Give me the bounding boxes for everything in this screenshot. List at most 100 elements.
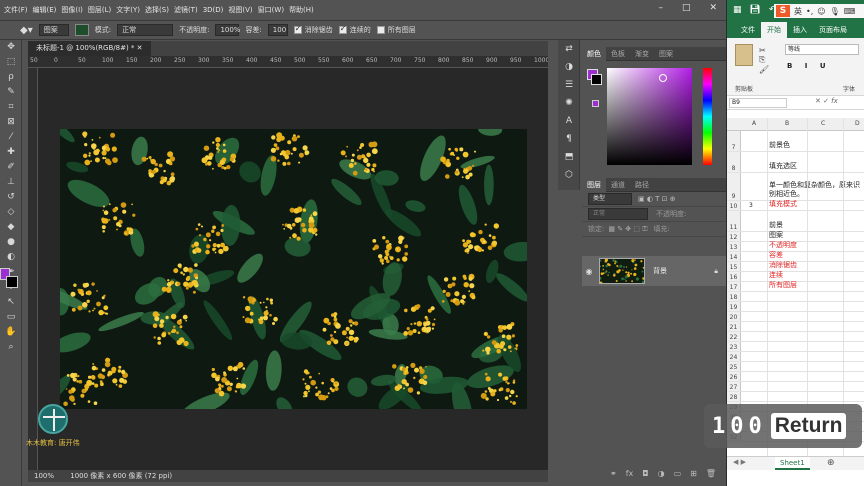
row-number[interactable]: 18: [727, 292, 741, 301]
row-number[interactable]: 15: [727, 262, 741, 271]
paste-icon[interactable]: [735, 44, 753, 66]
row-number[interactable]: 20: [727, 312, 741, 321]
background-color[interactable]: [6, 276, 18, 288]
tab-swatches[interactable]: 色板: [606, 47, 630, 61]
tab-page-layout[interactable]: 页面布局: [813, 22, 853, 38]
cell-b[interactable]: 前景色: [769, 141, 790, 150]
row-number[interactable]: 17: [727, 282, 741, 291]
history-panel-icon[interactable]: ⇄: [558, 40, 580, 58]
fx-icon[interactable]: fx: [626, 469, 634, 478]
shape-tool-icon[interactable]: ▭: [0, 310, 22, 325]
close-tab-icon[interactable]: ✕: [137, 44, 143, 52]
layer-lock-icon[interactable]: 🔒︎: [714, 267, 718, 276]
row-number[interactable]: 16: [727, 272, 741, 281]
zoom-tool-icon[interactable]: ⌕: [0, 340, 22, 355]
filter-icons[interactable]: ▣ ◐ T ⊡ ⊕: [638, 195, 676, 203]
row-number[interactable]: 28: [727, 392, 741, 401]
link-layers-icon[interactable]: ⚭: [610, 469, 617, 478]
font-name-select[interactable]: 等线: [785, 44, 859, 55]
ime-keyboard-icon[interactable]: ⌨: [844, 7, 856, 16]
menu-file[interactable]: 文件(F): [4, 5, 28, 15]
properties-panel-icon[interactable]: ☰: [558, 76, 580, 94]
all-layers-option[interactable]: 所有图层: [376, 25, 416, 35]
row-number[interactable]: 21: [727, 322, 741, 331]
cut-copy-icons[interactable]: ✂ ⎘ 🖌︎: [759, 46, 769, 74]
maximize-icon[interactable]: □: [682, 3, 691, 13]
add-sheet-icon[interactable]: ⊕: [827, 458, 835, 468]
antialias-checkbox[interactable]: [293, 24, 302, 34]
save-icon[interactable]: 💾︎: [750, 5, 761, 15]
document-tab[interactable]: 未标题-1 @ 100%(RGB/8#) * ✕: [28, 41, 151, 56]
pattern-swatch[interactable]: [74, 24, 89, 36]
cell-b[interactable]: 图案: [769, 231, 783, 240]
opacity-input[interactable]: 100%: [215, 24, 240, 36]
fill-source-select[interactable]: 图案: [38, 24, 69, 36]
cell-b[interactable]: 前景: [769, 221, 783, 230]
contiguous-checkbox[interactable]: [338, 24, 347, 34]
cell-b[interactable]: 填充模式: [769, 200, 797, 209]
canvas-image[interactable]: [60, 129, 527, 409]
row-number[interactable]: 27: [727, 382, 741, 391]
row-number[interactable]: 8: [727, 152, 741, 172]
menu-view[interactable]: 视图(V): [228, 5, 252, 15]
canvas-area[interactable]: 木木教育: 唐开伟: [26, 68, 548, 470]
adjust-panel-icon[interactable]: ◑: [558, 58, 580, 76]
row-number[interactable]: 10: [727, 201, 741, 210]
mode-select[interactable]: 正常: [117, 24, 174, 36]
row-number[interactable]: 23: [727, 342, 741, 351]
visibility-eye-icon[interactable]: ◉: [582, 267, 596, 276]
color-swatches[interactable]: [0, 268, 22, 298]
tab-gradients[interactable]: 渐变: [630, 47, 654, 61]
cell-b[interactable]: 所有图层: [769, 281, 797, 290]
close-icon[interactable]: ✕: [709, 3, 717, 13]
tab-color[interactable]: 颜色: [582, 46, 606, 61]
column-header-c[interactable]: C: [821, 120, 825, 127]
paragraph-panel-icon[interactable]: ¶: [558, 130, 580, 148]
row-number[interactable]: 22: [727, 332, 741, 341]
tab-layers[interactable]: 图层: [582, 177, 606, 192]
menu-select[interactable]: 选择(S): [145, 5, 169, 15]
move-tool-icon[interactable]: ✥: [0, 40, 22, 55]
healing-tool-icon[interactable]: ✚: [0, 145, 22, 160]
new-group-icon[interactable]: ▭: [674, 469, 682, 478]
contiguous-option[interactable]: 连续的: [338, 24, 371, 35]
lock-icons[interactable]: ▦ ✎ ✥ ⬚ ⚿: [608, 225, 647, 234]
hue-slider[interactable]: [703, 68, 712, 165]
menu-image[interactable]: 图像(I): [61, 5, 83, 15]
delete-layer-icon[interactable]: 🗑︎: [706, 469, 716, 478]
row-number[interactable]: 26: [727, 372, 741, 381]
brush-panel-icon[interactable]: ✺: [558, 94, 580, 112]
new-layer-icon[interactable]: ⊞: [690, 469, 697, 478]
crop-tool-icon[interactable]: ⌗: [0, 100, 22, 115]
stamp-tool-icon[interactable]: ⊥: [0, 175, 22, 190]
layer-background[interactable]: ◉ 背景 🔒︎: [582, 256, 726, 286]
row-number[interactable]: 12: [727, 232, 741, 241]
tab-home[interactable]: 开始: [761, 22, 787, 38]
color-background-swatch[interactable]: [591, 74, 602, 85]
sheet-nav-icons[interactable]: ◀ ▶: [733, 458, 746, 466]
eraser-tool-icon[interactable]: ◇: [0, 205, 22, 220]
ime-emoji-icon[interactable]: ☺: [817, 7, 825, 16]
color-field[interactable]: [607, 68, 692, 165]
menu-help[interactable]: 帮助(H): [289, 5, 314, 15]
menu-3d[interactable]: 3D(D): [203, 6, 224, 14]
tab-channels[interactable]: 通道: [606, 178, 630, 192]
lasso-tool-icon[interactable]: ρ: [0, 70, 22, 85]
eyedropper-tool-icon[interactable]: ⁄: [0, 130, 22, 145]
tab-file[interactable]: 文件: [735, 22, 761, 38]
menu-layer[interactable]: 图层(L): [88, 5, 111, 15]
add-mask-icon[interactable]: ◘: [642, 469, 648, 478]
all-layers-checkbox[interactable]: [376, 26, 385, 34]
layer-name[interactable]: 背景: [653, 266, 667, 276]
row-number[interactable]: 9: [727, 173, 741, 200]
row-number[interactable]: 7: [727, 131, 741, 151]
hand-tool-icon[interactable]: ✋: [0, 325, 22, 340]
sogou-logo[interactable]: S: [776, 5, 790, 17]
sheet-tab[interactable]: Sheet1: [775, 457, 810, 470]
cell-b[interactable]: 单一颜色和复杂颜色，原来识别相近色。: [769, 181, 861, 199]
menu-edit[interactable]: 编辑(E): [33, 5, 57, 15]
menu-window[interactable]: 窗口(W): [258, 5, 284, 15]
dodge-tool-icon[interactable]: ◐: [0, 250, 22, 265]
cell-b[interactable]: 不透明度: [769, 241, 797, 250]
tab-patterns[interactable]: 图案: [654, 47, 678, 61]
